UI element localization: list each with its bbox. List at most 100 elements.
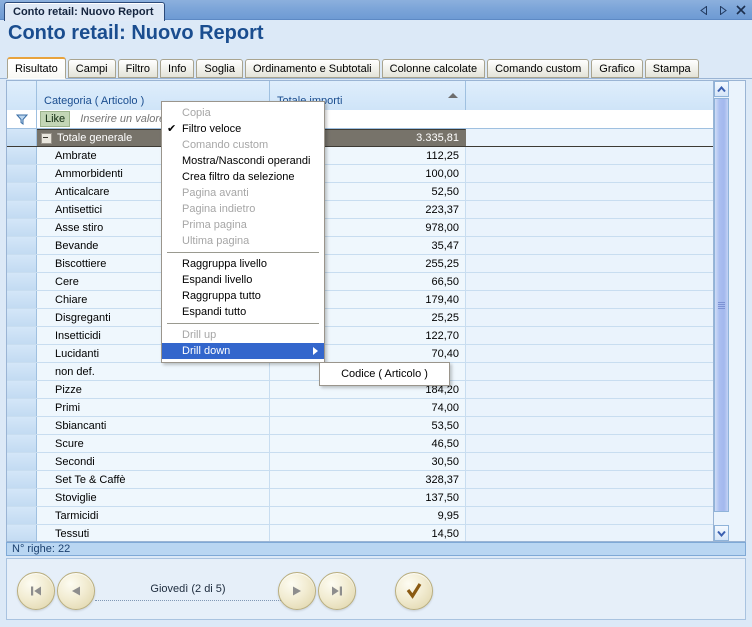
tab-risultato[interactable]: Risultato <box>7 57 66 79</box>
row-gutter <box>7 255 37 272</box>
row-value: 328,37 <box>270 471 466 488</box>
row-gutter <box>7 129 37 146</box>
row-gutter <box>7 165 37 182</box>
tab-label: Campi <box>75 62 108 75</box>
row-category: Tessuti <box>37 525 270 541</box>
menu-separator <box>167 252 319 253</box>
row-value: 14,50 <box>270 525 466 541</box>
menu-item-label: Comando custom <box>182 139 269 151</box>
table-row[interactable]: Tarmicidi 9,95 <box>7 507 729 525</box>
table-row[interactable]: Ambrate 112,25 <box>7 147 729 165</box>
table-row[interactable]: Biscottiere 255,25 <box>7 255 729 273</box>
row-filler <box>466 129 729 146</box>
close-icon[interactable] <box>736 5 746 15</box>
scroll-up-icon[interactable] <box>714 81 729 97</box>
application-window: Conto retail: Nuovo Report Conto retail:… <box>0 0 752 627</box>
next-arrow-icon[interactable] <box>718 5 727 15</box>
table-row[interactable]: Asse stiro 978,00 <box>7 219 729 237</box>
table-row[interactable]: Stoviglie 137,50 <box>7 489 729 507</box>
row-filler <box>466 399 729 416</box>
scroll-down-icon[interactable] <box>714 525 729 541</box>
row-gutter <box>7 381 37 398</box>
table-row[interactable]: Antisettici 223,37 <box>7 201 729 219</box>
first-page-button[interactable] <box>17 572 55 610</box>
submenu-item-label: Codice ( Articolo ) <box>341 368 428 380</box>
table-row[interactable]: Primi 74,00 <box>7 399 729 417</box>
tab-label: Stampa <box>652 62 691 75</box>
menu-item-mostra-nascondi-operandi[interactable]: Mostra/Nascondi operandi <box>162 153 324 169</box>
row-filler <box>466 435 729 452</box>
row-filler <box>466 489 729 506</box>
row-gutter <box>7 525 37 541</box>
table-row[interactable]: Tessuti 14,50 <box>7 525 729 541</box>
funnel-icon[interactable] <box>7 110 37 128</box>
tab-soglia[interactable]: Soglia <box>196 59 243 78</box>
row-filler <box>466 417 729 434</box>
table-row[interactable]: Anticalcare 52,50 <box>7 183 729 201</box>
tab-campi[interactable]: Campi <box>67 59 116 78</box>
table-row[interactable]: Cere 66,50 <box>7 273 729 291</box>
tab-filtro[interactable]: Filtro <box>117 59 159 78</box>
tab-info[interactable]: Info <box>160 59 195 78</box>
next-page-button[interactable] <box>278 572 316 610</box>
tab-ordinamento-e-subtotali[interactable]: Ordinamento e Subtotali <box>244 59 380 78</box>
table-row[interactable]: Sbiancanti 53,50 <box>7 417 729 435</box>
menu-item-espandi-livello[interactable]: Espandi livello <box>162 272 324 288</box>
menu-item-crea-filtro-da-selezione[interactable]: Crea filtro da selezione <box>162 169 324 185</box>
menu-item-espandi-tutto[interactable]: Espandi tutto <box>162 304 324 320</box>
row-category: Stoviglie <box>37 489 270 506</box>
scrollbar-thumb[interactable] <box>714 98 729 512</box>
row-gutter <box>7 327 37 344</box>
row-gutter <box>7 363 37 380</box>
navigation-bar: Giovedì (2 di 5) <box>6 558 746 620</box>
grid-total-row[interactable]: Totale generale 3.335,81 <box>7 129 729 147</box>
row-value: 74,00 <box>270 399 466 416</box>
submenu-item-codice-articolo[interactable]: Codice ( Articolo ) <box>320 366 449 382</box>
confirm-button[interactable] <box>395 572 433 610</box>
document-tab[interactable]: Conto retail: Nuovo Report <box>4 2 165 21</box>
row-gutter <box>7 273 37 290</box>
vertical-scrollbar[interactable] <box>713 81 729 541</box>
scrollbar-grip-icon <box>718 301 725 309</box>
table-row[interactable]: Set Te & Caffè 328,37 <box>7 471 729 489</box>
tab-label: Grafico <box>599 62 635 75</box>
column-header-empty <box>466 81 729 110</box>
table-row[interactable]: Bevande 35,47 <box>7 237 729 255</box>
tab-grafico[interactable]: Grafico <box>591 59 643 78</box>
filter-operator[interactable]: Like <box>40 111 71 127</box>
row-gutter <box>7 183 37 200</box>
last-page-button[interactable] <box>318 572 356 610</box>
table-row[interactable]: Scure 46,50 <box>7 435 729 453</box>
grid-column-headers: Categoria ( Articolo ) Totale importi <box>7 81 729 110</box>
table-row[interactable]: Ammorbidenti 100,00 <box>7 165 729 183</box>
row-filler <box>466 165 729 182</box>
row-gutter <box>7 291 37 308</box>
menu-item-raggruppa-tutto[interactable]: Raggruppa tutto <box>162 288 324 304</box>
row-category: Primi <box>37 399 270 416</box>
row-value: 9,95 <box>270 507 466 524</box>
row-filler <box>466 219 729 236</box>
menu-item-drill-down[interactable]: Drill down <box>162 343 324 359</box>
tab-comando-custom[interactable]: Comando custom <box>487 59 590 78</box>
collapse-expander-icon[interactable] <box>41 132 52 144</box>
tab-stampa[interactable]: Stampa <box>644 59 699 78</box>
menu-item-raggruppa-livello[interactable]: Raggruppa livello <box>162 256 324 272</box>
row-gutter <box>7 147 37 164</box>
tab-colonne-calcolate[interactable]: Colonne calcolate <box>381 59 486 78</box>
previous-page-button[interactable] <box>57 572 95 610</box>
menu-item-label: Prima pagina <box>182 219 247 231</box>
table-row[interactable]: Chiare 179,40 <box>7 291 729 309</box>
tab-label: Risultato <box>15 62 58 75</box>
table-row[interactable]: Insetticidi 122,70 <box>7 327 729 345</box>
tab-label: Colonne calcolate <box>389 62 478 75</box>
tab-label: Ordinamento e Subtotali <box>252 62 372 75</box>
table-row[interactable]: Disgreganti 25,25 <box>7 309 729 327</box>
table-row[interactable]: Secondi 30,50 <box>7 453 729 471</box>
row-gutter <box>7 201 37 218</box>
row-filler <box>466 183 729 200</box>
table-row[interactable]: Lucidanti 70,40 <box>7 345 729 363</box>
prev-arrow-icon[interactable] <box>700 5 709 15</box>
menu-item-label: Crea filtro da selezione <box>182 171 295 183</box>
menu-item-filtro-veloce[interactable]: Filtro veloce <box>162 121 324 137</box>
row-filler <box>466 327 729 344</box>
